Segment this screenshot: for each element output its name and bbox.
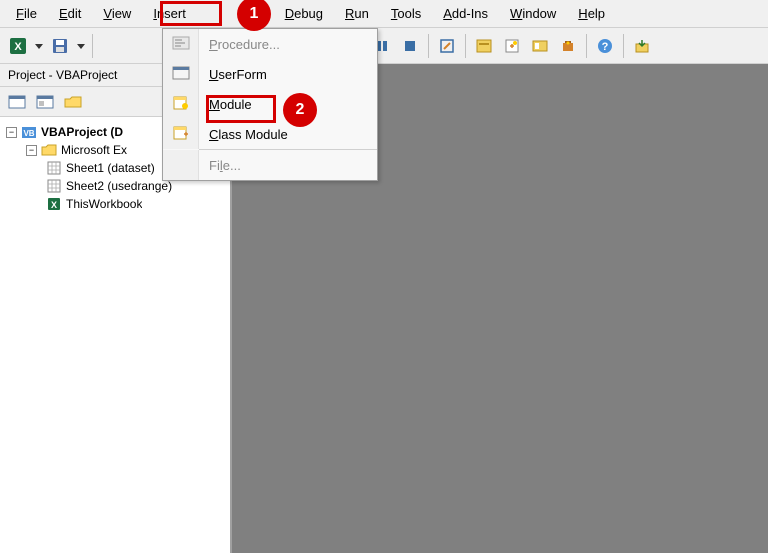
menu-item-procedure[interactable]: Procedure... (163, 29, 377, 59)
office-button-icon[interactable] (630, 34, 654, 58)
menu-item-userform[interactable]: UserForm (163, 59, 377, 89)
worksheet-icon (46, 160, 62, 176)
menu-window[interactable]: Window (500, 2, 566, 25)
menu-insert[interactable]: Insert (143, 2, 196, 25)
design-mode-icon[interactable] (435, 34, 459, 58)
userform-icon (172, 66, 190, 83)
class-module-icon (172, 126, 190, 143)
stop-icon[interactable] (398, 34, 422, 58)
menu-item-label: File... (199, 158, 377, 173)
menu-run[interactable]: Run (335, 2, 379, 25)
insert-menu-dropdown: Procedure... UserForm Module Class Modul… (162, 28, 378, 181)
workbook-icon: X (46, 196, 62, 212)
view-code-icon[interactable] (4, 90, 30, 114)
properties-icon[interactable] (500, 34, 524, 58)
object-browser-icon[interactable] (528, 34, 552, 58)
svg-text:X: X (14, 41, 22, 53)
menu-edit[interactable]: Edit (49, 2, 91, 25)
toolbar-separator (92, 34, 93, 58)
tree-item-thisworkbook[interactable]: X ThisWorkbook (2, 195, 228, 213)
menu-addins[interactable]: Add-Ins (433, 2, 498, 25)
svg-text:VB: VB (23, 129, 34, 138)
menu-tools[interactable]: Tools (381, 2, 431, 25)
module-icon (172, 96, 190, 113)
view-object-icon[interactable] (32, 90, 58, 114)
menu-item-file[interactable]: File... (163, 150, 377, 180)
menu-item-label: UserForm (199, 67, 377, 82)
procedure-icon (172, 36, 190, 53)
menu-help[interactable]: Help (568, 2, 615, 25)
worksheet-icon (46, 178, 62, 194)
main-area: Project - VBAProject − VB VBAProject (D … (0, 64, 768, 553)
toolbar-separator (586, 34, 587, 58)
svg-text:X: X (51, 200, 57, 210)
collapse-icon[interactable]: − (6, 127, 17, 138)
toolbar-separator (623, 34, 624, 58)
folder-toggle-icon[interactable] (60, 90, 86, 114)
menu-debug[interactable]: Debug (275, 2, 333, 25)
toolbar: X ? (0, 28, 768, 64)
tree-label: Sheet1 (dataset) (66, 161, 155, 175)
tree-label: ThisWorkbook (66, 197, 142, 211)
annotation-callout-2: 2 (283, 93, 317, 127)
tree-label: VBAProject (D (41, 125, 123, 139)
help-icon[interactable]: ? (593, 34, 617, 58)
menubar: File Edit View Insert at Debug Run Tools… (0, 0, 768, 28)
menu-item-label: Procedure... (199, 37, 377, 52)
collapse-icon[interactable]: − (26, 145, 37, 156)
menu-item-label: Class Module (199, 127, 377, 142)
menu-item-module[interactable]: Module (163, 89, 377, 119)
folder-open-icon (41, 142, 57, 158)
menu-file[interactable]: File (6, 2, 47, 25)
toolbar-separator (428, 34, 429, 58)
svg-text:?: ? (602, 41, 609, 53)
menu-view[interactable]: View (93, 2, 141, 25)
project-explorer-icon[interactable] (472, 34, 496, 58)
tree-label: Microsoft Ex (61, 143, 127, 157)
excel-icon[interactable]: X (6, 34, 30, 58)
dropdown-arrow-icon[interactable] (34, 42, 44, 50)
dropdown-arrow-icon[interactable] (76, 42, 86, 50)
save-icon[interactable] (48, 34, 72, 58)
vba-project-icon: VB (21, 124, 37, 140)
menu-item-classmodule[interactable]: Class Module (163, 119, 377, 149)
toolbar-separator (465, 34, 466, 58)
toolbox-icon[interactable] (556, 34, 580, 58)
tree-label: Sheet2 (usedrange) (66, 179, 172, 193)
